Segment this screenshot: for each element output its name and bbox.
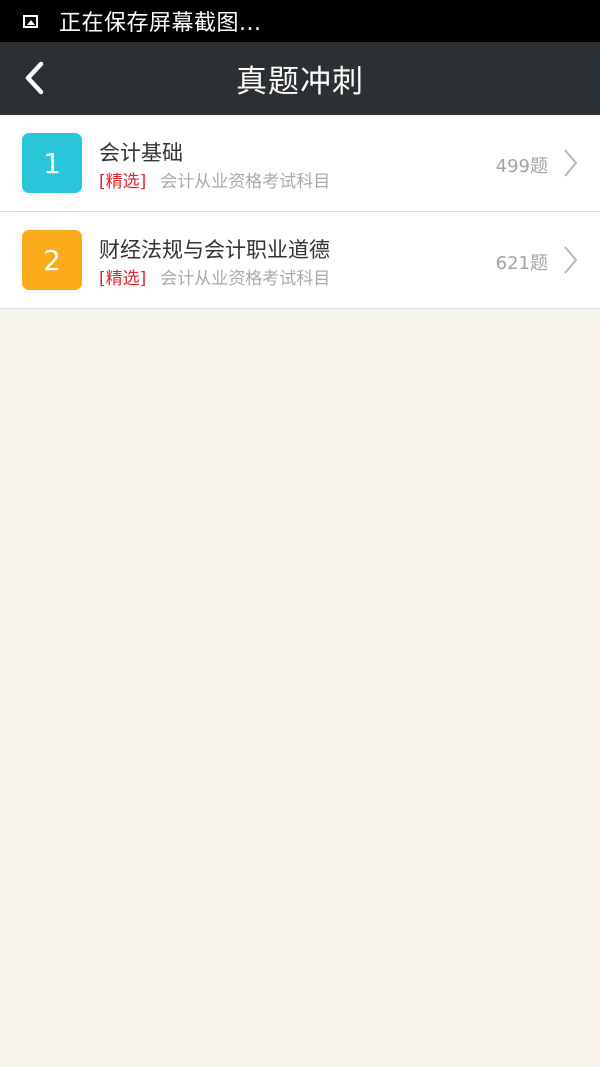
question-count: 499题 <box>495 156 548 177</box>
number-badge: 1 <box>22 133 82 193</box>
page-title: 真题冲刺 <box>236 64 364 100</box>
badge-number: 1 <box>43 146 61 180</box>
badge-number: 2 <box>43 243 61 277</box>
screenshot-image-icon <box>23 14 38 28</box>
chevron-right-icon <box>564 246 578 274</box>
item-title: 财经法规与会计职业道德 <box>99 238 330 262</box>
back-arrow-icon <box>25 61 44 95</box>
status-text: 正在保存屏幕截图... <box>59 11 262 36</box>
list-item[interactable]: 1 会计基础 [精选] 会计从业资格考试科目 499题 <box>0 115 600 212</box>
item-description: 会计从业资格考试科目 <box>160 269 331 289</box>
back-button[interactable] <box>12 56 56 100</box>
item-subtitle: [精选] 会计从业资格考试科目 <box>99 264 330 289</box>
item-subtitle: [精选] 会计从业资格考试科目 <box>99 167 330 192</box>
number-badge: 2 <box>22 230 82 290</box>
subject-list: 1 会计基础 [精选] 会计从业资格考试科目 499题 2 财经法规与会计职业道德… <box>0 115 600 309</box>
featured-tag: [精选] <box>99 172 147 192</box>
title-bar: 真题冲刺 <box>0 42 600 115</box>
item-description: 会计从业资格考试科目 <box>160 172 331 192</box>
item-title: 会计基础 <box>99 141 183 165</box>
question-count: 621题 <box>495 253 548 274</box>
chevron-right-icon <box>564 149 578 177</box>
list-item[interactable]: 2 财经法规与会计职业道德 [精选] 会计从业资格考试科目 621题 <box>0 212 600 309</box>
featured-tag: [精选] <box>99 269 147 289</box>
status-bar: 正在保存屏幕截图... <box>0 0 600 42</box>
